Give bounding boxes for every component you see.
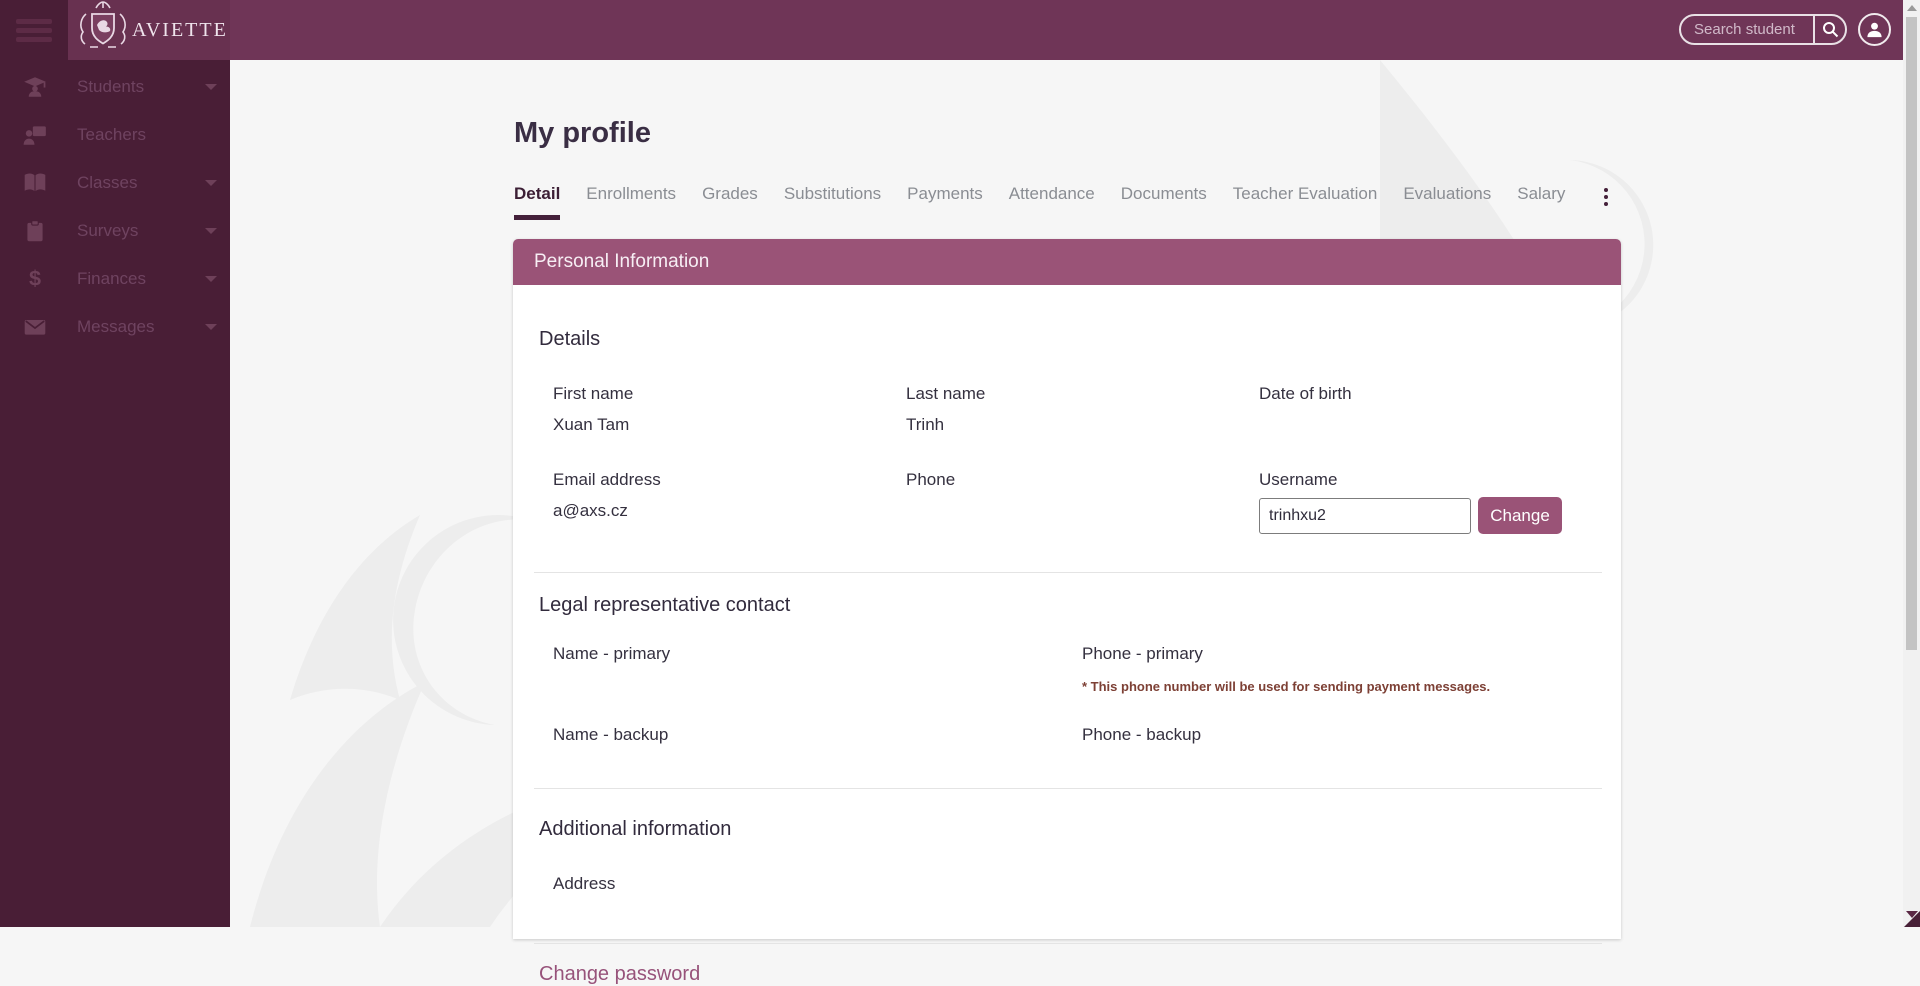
sidebar-item-finances[interactable]: $ Finances — [0, 255, 230, 303]
tab-teacher-evaluation[interactable]: Teacher Evaluation — [1233, 184, 1378, 220]
tab-detail[interactable]: Detail — [514, 184, 560, 220]
chevron-down-icon — [205, 324, 217, 330]
last-name-label: Last name — [906, 384, 1259, 404]
last-name-value: Trinh — [906, 415, 1259, 435]
sidebar-item-label: Teachers — [77, 125, 146, 145]
chevron-down-icon — [205, 228, 217, 234]
sidebar-menu: Students Teachers Classes Surveys — [0, 63, 230, 351]
surveys-icon — [22, 218, 48, 244]
sidebar-item-messages[interactable]: Messages — [0, 303, 230, 351]
user-menu-button[interactable] — [1858, 13, 1891, 46]
brand-name: AVIETTE — [132, 19, 228, 42]
card-header: Personal Information — [513, 239, 1621, 285]
change-password-heading[interactable]: Change password — [539, 963, 1602, 986]
tab-grades[interactable]: Grades — [702, 184, 758, 220]
sidebar: Students Teachers Classes Surveys — [0, 0, 230, 927]
svg-text:$: $ — [29, 266, 41, 291]
sidebar-item-surveys[interactable]: Surveys — [0, 207, 230, 255]
section-divider — [534, 943, 1602, 944]
tab-documents[interactable]: Documents — [1121, 184, 1207, 220]
students-icon — [22, 74, 48, 100]
sidebar-item-label: Finances — [77, 269, 146, 289]
tab-attendance[interactable]: Attendance — [1009, 184, 1095, 220]
sidebar-item-label: Classes — [77, 173, 137, 193]
phone-label: Phone — [906, 470, 1259, 490]
date-of-birth-label: Date of birth — [1259, 384, 1602, 404]
address-label: Address — [534, 874, 1602, 894]
first-name-label: First name — [553, 384, 906, 404]
sidebar-item-label: Surveys — [77, 221, 138, 241]
tab-salary[interactable]: Salary — [1517, 184, 1565, 220]
menu-toggle-button[interactable] — [0, 0, 68, 60]
additional-info-heading: Additional information — [539, 818, 1602, 841]
username-label: Username — [1259, 470, 1602, 490]
tab-enrollments[interactable]: Enrollments — [586, 184, 676, 220]
sidebar-item-label: Students — [77, 77, 144, 97]
search-button[interactable] — [1813, 14, 1845, 45]
phone-primary-note: * This phone number will be used for sen… — [1082, 679, 1602, 694]
legal-contact-heading: Legal representative contact — [539, 594, 1602, 617]
user-icon — [1865, 20, 1884, 39]
tab-substitutions[interactable]: Substitutions — [784, 184, 881, 220]
vertical-scrollbar[interactable] — [1903, 0, 1920, 927]
search-input[interactable] — [1681, 16, 1813, 43]
sidebar-item-label: Messages — [77, 317, 154, 337]
name-primary-label: Name - primary — [553, 644, 1082, 694]
brand-logo[interactable]: AVIETTE — [68, 0, 230, 60]
name-backup-label: Name - backup — [553, 725, 1082, 745]
first-name-value: Xuan Tam — [553, 415, 906, 435]
student-search — [1679, 14, 1847, 45]
email-label: Email address — [553, 470, 906, 490]
date-of-birth-value — [1259, 415, 1602, 435]
crest-icon — [76, 0, 130, 61]
tab-payments[interactable]: Payments — [907, 184, 983, 220]
sidebar-item-teachers[interactable]: Teachers — [0, 111, 230, 159]
section-divider — [534, 788, 1602, 789]
phone-backup-label: Phone - backup — [1082, 725, 1602, 745]
phone-primary-label: Phone - primary — [1082, 644, 1602, 664]
details-heading: Details — [539, 328, 1602, 351]
classes-icon — [22, 170, 48, 196]
corner-resize-triangle — [1904, 911, 1920, 927]
messages-icon — [22, 314, 48, 340]
personal-information-card: Personal Information Details First name … — [513, 239, 1621, 939]
sidebar-item-classes[interactable]: Classes — [0, 159, 230, 207]
page-title: My profile — [514, 117, 651, 150]
scrollbar-thumb[interactable] — [1906, 17, 1917, 650]
section-divider — [534, 572, 1602, 573]
tab-evaluations[interactable]: Evaluations — [1403, 184, 1491, 220]
teachers-icon — [22, 122, 48, 148]
top-bar: AVIETTE — [0, 0, 1903, 60]
phone-value — [906, 501, 1259, 521]
chevron-down-icon — [205, 180, 217, 186]
scroll-up-arrow[interactable] — [1907, 5, 1917, 11]
username-input[interactable] — [1259, 498, 1471, 534]
change-username-button[interactable]: Change — [1478, 497, 1562, 534]
sidebar-item-students[interactable]: Students — [0, 63, 230, 111]
email-value: a@axs.cz — [553, 501, 906, 521]
chevron-down-icon — [205, 84, 217, 90]
finances-icon: $ — [22, 266, 48, 292]
search-icon — [1822, 21, 1839, 38]
chevron-down-icon — [205, 276, 217, 282]
profile-tabs: Detail Enrollments Grades Substitutions … — [514, 184, 1565, 220]
tabs-overflow-button[interactable] — [1604, 188, 1608, 206]
hamburger-icon — [16, 15, 52, 46]
